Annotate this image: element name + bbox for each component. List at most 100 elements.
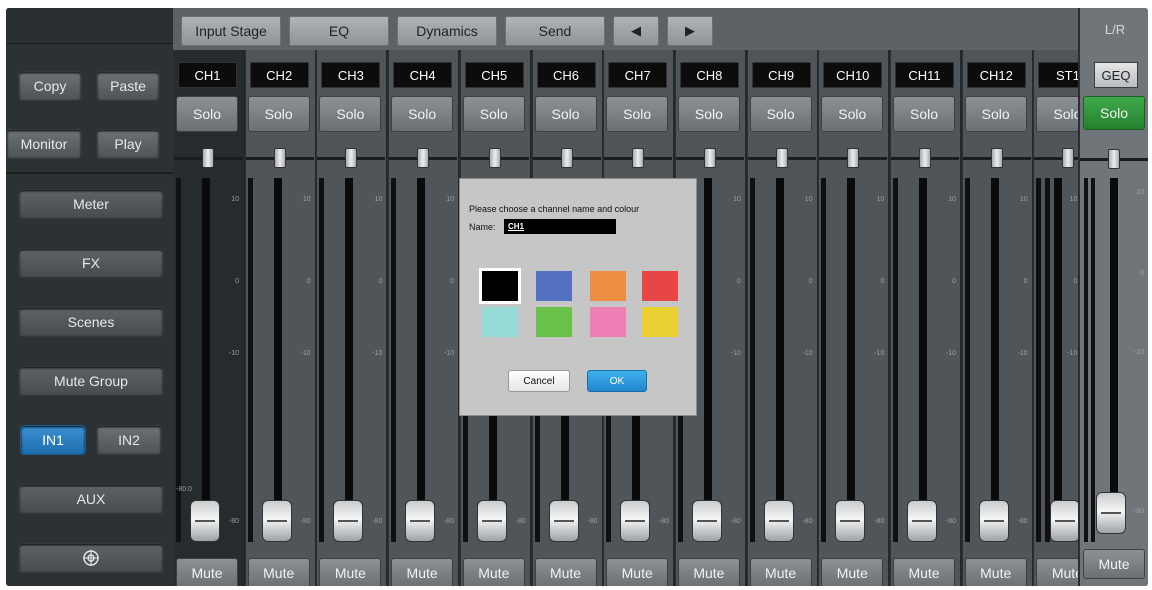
prev-page-button[interactable]: ◀ (613, 16, 659, 46)
fader-knob[interactable] (405, 500, 436, 542)
mute-button[interactable]: Mute (606, 558, 669, 586)
mute-button[interactable]: Mute (247, 558, 310, 586)
fader-knob[interactable] (835, 500, 866, 542)
pan-knob[interactable] (345, 148, 358, 168)
master-fader-knob[interactable] (1096, 492, 1126, 534)
mute-button[interactable]: Mute (821, 558, 884, 586)
pan-knob[interactable] (703, 148, 716, 168)
scale-label-0: 0 (736, 278, 741, 285)
color-swatch[interactable] (536, 307, 572, 337)
pan-knob[interactable] (775, 148, 788, 168)
next-page-button[interactable]: ▶ (667, 16, 713, 46)
play-button[interactable]: Play (96, 129, 160, 159)
monitor-button[interactable]: Monitor (6, 129, 82, 159)
tab-eq[interactable]: EQ (289, 16, 389, 46)
channel-name-button[interactable]: CH6 (536, 62, 596, 88)
ok-button[interactable]: OK (587, 370, 647, 392)
solo-button[interactable]: Solo (821, 96, 884, 132)
solo-button[interactable]: Solo (534, 96, 597, 132)
mute-button[interactable]: Mute (462, 558, 525, 586)
mute-button[interactable]: Mute (893, 558, 955, 586)
channel-name-button[interactable]: CH5 (464, 62, 524, 88)
master-mute-button[interactable]: Mute (1083, 549, 1145, 579)
channel-name-button[interactable]: CH8 (679, 62, 739, 88)
fader-knob[interactable] (190, 500, 220, 542)
color-swatch[interactable] (479, 268, 521, 304)
pan-knob[interactable] (560, 148, 573, 168)
fader-knob[interactable] (763, 500, 794, 542)
channel-name-button[interactable]: CH1 (178, 62, 237, 88)
tab-input-stage[interactable]: Input Stage (181, 16, 281, 46)
solo-button[interactable]: Solo (319, 96, 382, 132)
color-swatch[interactable] (590, 271, 626, 301)
scale-label-0: 0 (235, 278, 239, 285)
channel-name-button[interactable]: CH9 (751, 62, 811, 88)
fader-knob[interactable] (978, 500, 1009, 542)
in1-button[interactable]: IN1 (20, 425, 86, 455)
pan-knob[interactable] (488, 148, 501, 168)
pan-knob[interactable] (273, 148, 286, 168)
meter-button[interactable]: Meter (18, 189, 164, 219)
pan-knob[interactable] (417, 148, 430, 168)
solo-button[interactable]: Solo (964, 96, 1027, 132)
solo-button[interactable]: Solo (749, 96, 812, 132)
solo-button[interactable]: Solo (677, 96, 740, 132)
cancel-button[interactable]: Cancel (508, 370, 570, 392)
mute-button[interactable]: Mute (677, 558, 740, 586)
fader-knob[interactable] (620, 500, 651, 542)
fader-track (273, 178, 282, 542)
mute-group-button[interactable]: Mute Group (18, 366, 164, 396)
pan-knob[interactable] (632, 148, 645, 168)
geq-button[interactable]: GEQ (1094, 62, 1138, 88)
color-swatch[interactable] (482, 307, 518, 337)
mute-button[interactable]: Mute (534, 558, 597, 586)
copy-button[interactable]: Copy (18, 71, 82, 101)
color-swatch[interactable] (590, 307, 626, 337)
channel-name-button[interactable]: CH2 (249, 62, 309, 88)
fader-knob[interactable] (907, 500, 937, 542)
aux-button[interactable]: AUX (18, 484, 164, 514)
master-solo-button[interactable]: Solo (1083, 96, 1145, 130)
solo-button[interactable]: Solo (247, 96, 310, 132)
fader-knob[interactable] (1050, 500, 1081, 542)
channel-name-button[interactable]: CH4 (393, 62, 453, 88)
color-swatch[interactable] (536, 271, 572, 301)
pan-knob[interactable] (990, 148, 1003, 168)
pan-knob[interactable] (847, 148, 860, 168)
solo-button[interactable]: Solo (176, 96, 238, 132)
channel-name-button[interactable]: CH10 (823, 62, 883, 88)
channel-name-button[interactable]: CH3 (321, 62, 381, 88)
solo-button[interactable]: Solo (893, 96, 955, 132)
master-pan-knob[interactable] (1108, 149, 1120, 169)
channel-name-button[interactable]: CH11 (895, 62, 954, 88)
fx-button[interactable]: FX (18, 248, 164, 278)
solo-button[interactable]: Solo (606, 96, 669, 132)
in2-button[interactable]: IN2 (96, 425, 162, 455)
color-swatch[interactable] (642, 307, 678, 337)
settings-button[interactable] (18, 543, 164, 573)
paste-button[interactable]: Paste (96, 71, 160, 101)
pan-knob[interactable] (1062, 148, 1075, 168)
mute-button[interactable]: Mute (176, 558, 238, 586)
channel-name-input[interactable]: CH1 (504, 219, 616, 234)
mute-button[interactable]: Mute (964, 558, 1027, 586)
tab-send[interactable]: Send (505, 16, 605, 46)
fader-knob[interactable] (333, 500, 364, 542)
tab-dynamics[interactable]: Dynamics (397, 16, 497, 46)
fader-knob[interactable] (548, 500, 579, 542)
mute-button[interactable]: Mute (319, 558, 382, 586)
pan-knob[interactable] (919, 148, 931, 168)
solo-button[interactable]: Solo (391, 96, 454, 132)
fader-knob[interactable] (691, 500, 722, 542)
mute-button[interactable]: Mute (391, 558, 454, 586)
channel-name-button[interactable]: CH12 (966, 62, 1026, 88)
solo-button[interactable]: Solo (462, 96, 525, 132)
fader-knob[interactable] (476, 500, 507, 542)
fader-knob[interactable] (261, 500, 292, 542)
pan-knob[interactable] (202, 148, 214, 168)
mute-button[interactable]: Mute (749, 558, 812, 586)
scenes-button[interactable]: Scenes (18, 307, 164, 337)
color-swatch[interactable] (642, 271, 678, 301)
channel-name-button[interactable]: CH7 (608, 62, 668, 88)
scale-label-0: 0 (450, 278, 455, 285)
